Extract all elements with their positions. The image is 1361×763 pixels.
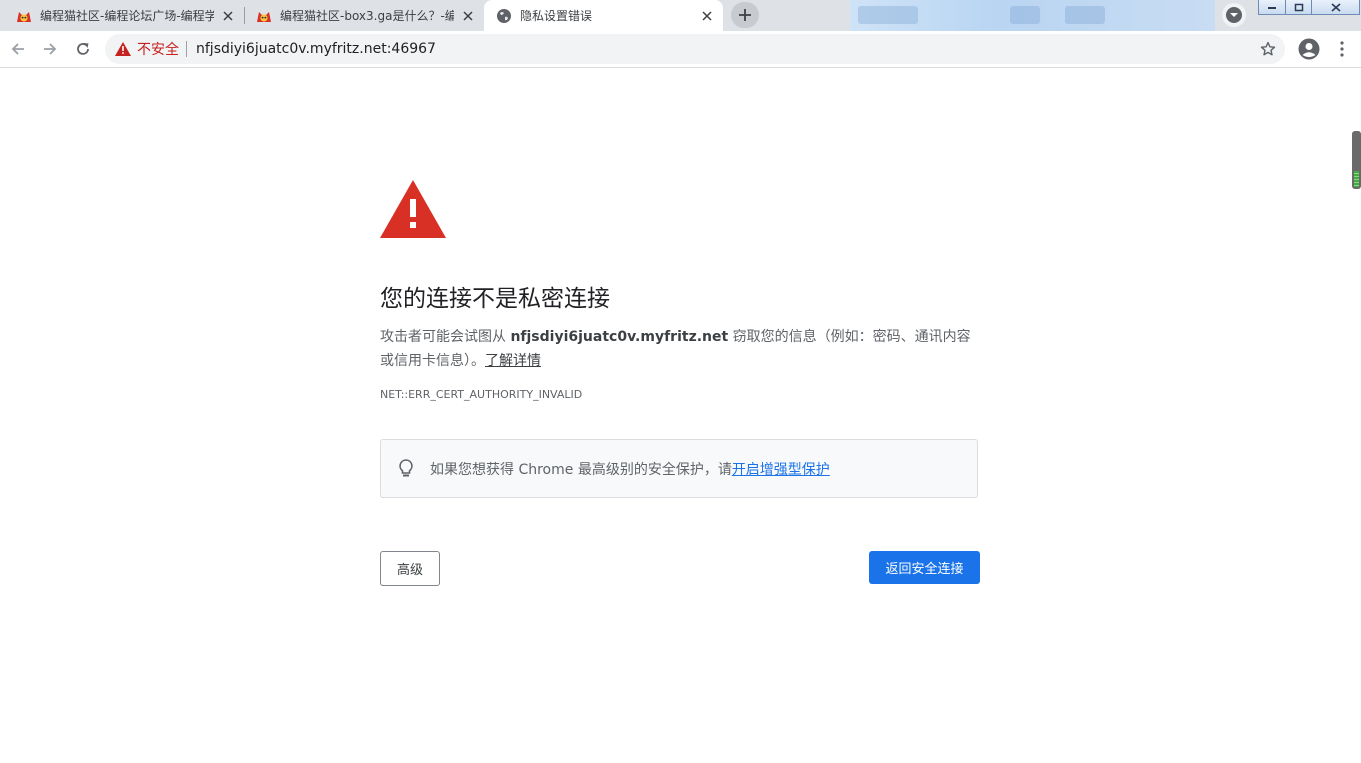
close-tab-icon[interactable] [699, 8, 715, 24]
scrollbar-grip [1354, 171, 1359, 187]
not-secure-label[interactable]: 不安全 [137, 39, 179, 59]
profile-button[interactable] [1297, 37, 1321, 61]
tab-title: 编程猫社区-编程论坛广场-编程学 [40, 9, 214, 23]
enhanced-protection-tip: 如果您想获得 Chrome 最高级别的安全保护，请开启增强型保护 [380, 439, 978, 498]
back-to-safety-button[interactable]: 返回安全连接 [869, 551, 980, 584]
coding-cat-icon [17, 11, 31, 22]
warning-triangle-icon [380, 180, 446, 238]
desc-prefix: 攻击者可能会试图从 [380, 329, 511, 345]
tab-title: 隐私设置错误 [520, 9, 593, 23]
more-vert-icon [1340, 41, 1344, 57]
browser-toolbar: 不安全 nfjsdiyi6juatc0v.myfritz.net:46967 [0, 31, 1361, 68]
minimize-icon [1268, 7, 1276, 9]
page-title: 您的连接不是私密连接 [380, 286, 610, 312]
arrow-right-icon [44, 43, 57, 55]
error-code[interactable]: NET::ERR_CERT_AUTHORITY_INVALID [380, 388, 582, 401]
chrome-menu-button[interactable] [1330, 37, 1354, 61]
tab-2[interactable]: 编程猫社区-box3.ga是什么？-编 [244, 0, 484, 31]
lightbulb-icon [398, 459, 414, 479]
titlebar-background [850, 0, 1215, 31]
desc-host: nfjsdiyi6juatc0v.myfritz.net [510, 329, 729, 345]
back-button[interactable] [6, 37, 30, 61]
plus-icon [739, 9, 751, 21]
chevron-down-circle-icon [1226, 7, 1242, 23]
tab-3-active[interactable]: 隐私设置错误 [484, 0, 723, 31]
enable-enhanced-protection-link[interactable]: 开启增强型保护 [732, 462, 830, 478]
warning-triangle-icon[interactable] [114, 40, 132, 58]
tab-strip: 编程猫社区-编程论坛广场-编程学 编程猫社区-box3.ga是什么？-编 隐私设… [0, 0, 1361, 31]
tab-1[interactable]: 编程猫社区-编程论坛广场-编程学 [0, 0, 244, 31]
restore-icon [1294, 3, 1303, 11]
globe-icon [497, 8, 511, 23]
forward-button[interactable] [38, 37, 62, 61]
minimize-button[interactable] [1258, 0, 1286, 15]
learn-more-link[interactable]: 了解详情 [485, 353, 541, 369]
reload-button[interactable] [71, 37, 95, 61]
close-tab-icon[interactable] [460, 8, 476, 24]
tab-title: 编程猫社区-box3.ga是什么？-编 [280, 9, 454, 23]
url-text[interactable]: nfjsdiyi6juatc0v.myfritz.net:46967 [196, 41, 436, 57]
divider [186, 41, 187, 57]
address-bar[interactable]: 不安全 nfjsdiyi6juatc0v.myfritz.net:46967 [105, 34, 1285, 64]
advanced-button[interactable]: 高级 [380, 551, 440, 586]
close-tab-icon[interactable] [220, 8, 236, 24]
account-circle-icon [1298, 38, 1320, 60]
bookmark-star-icon[interactable] [1259, 40, 1277, 58]
close-window-button[interactable] [1311, 0, 1360, 15]
maximize-button[interactable] [1285, 0, 1312, 15]
reload-icon [77, 43, 89, 55]
tip-message: 如果您想获得 Chrome 最高级别的安全保护，请 [430, 461, 732, 478]
coding-cat-icon [257, 11, 271, 22]
arrow-left-icon [11, 43, 24, 55]
tip-text: 如果您想获得 Chrome 最高级别的安全保护，请开启增强型保护 [430, 459, 830, 479]
tab-search-button[interactable] [1222, 3, 1246, 27]
error-description: 攻击者可能会试图从 nfjsdiyi6juatc0v.myfritz.net 窃… [380, 325, 980, 373]
new-tab-button[interactable] [731, 2, 759, 28]
close-icon [1330, 2, 1341, 12]
